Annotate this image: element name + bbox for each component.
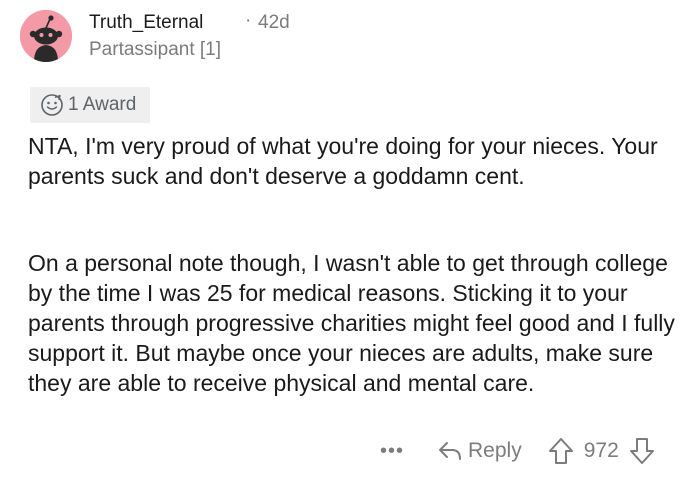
meta-separator: · (245, 10, 252, 31)
award-count: 1 Award (68, 94, 137, 115)
reply-arrow-icon (439, 442, 462, 460)
award-icon (41, 94, 63, 116)
upvote-arrow-icon[interactable] (548, 437, 574, 465)
award-badge[interactable]: 1 Award (30, 87, 151, 123)
comment-actions: ••• Reply 972 (380, 434, 655, 468)
snoo-avatar-icon[interactable] (20, 10, 72, 62)
more-options-button[interactable]: ••• (380, 441, 404, 461)
downvote-arrow-icon[interactable] (629, 437, 655, 465)
reply-label: Reply (468, 439, 522, 462)
username-link[interactable]: Truth_Eternal (89, 12, 203, 34)
comment-paragraph-2: On a personal note though, I wasn't able… (28, 250, 675, 396)
reply-button[interactable]: Reply (438, 439, 522, 463)
comment: Truth_Eternal · 42d Partassipant [1] 1 A… (0, 0, 700, 478)
comment-paragraph-1: NTA, I'm very proud of what you're doing… (28, 133, 658, 189)
user-flair: Partassipant [1] (89, 39, 222, 60)
comment-age[interactable]: 42d (258, 12, 290, 34)
vote-controls: 972 (548, 437, 655, 465)
vote-score: 972 (583, 439, 619, 462)
